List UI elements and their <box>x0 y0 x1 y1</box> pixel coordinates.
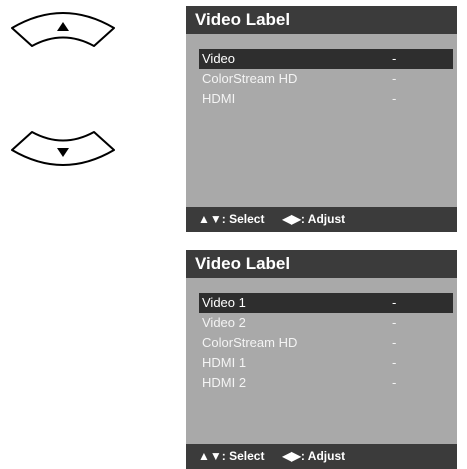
menu-list: Video 1 - Video 2 - ColorStream HD - HDM… <box>199 293 453 393</box>
select-arrows-icon: ▲▼ <box>198 449 222 463</box>
menu-item-value: - <box>392 51 397 66</box>
menu-item-colorstream-hd[interactable]: ColorStream HD - <box>199 333 453 353</box>
select-arrows-icon: ▲▼ <box>198 212 222 226</box>
menu-item-label: HDMI <box>202 91 236 106</box>
menu-item-label: HDMI 2 <box>202 375 247 390</box>
menu-item-label: ColorStream HD <box>202 335 298 350</box>
menu-item-label: Video <box>202 51 236 66</box>
menu-item-value: - <box>392 295 397 310</box>
menu-item-label: HDMI 1 <box>202 355 247 370</box>
up-button[interactable] <box>8 4 118 48</box>
adjust-hint: : Adjust <box>300 212 346 226</box>
menu-footer: ▲▼: Select ◀▶: Adjust <box>186 207 457 232</box>
adjust-hint: : Adjust <box>300 449 346 463</box>
menu-item-hdmi-2[interactable]: HDMI 2 - <box>199 373 453 393</box>
menu-title: Video Label <box>186 6 457 34</box>
select-hint: : Select <box>221 449 265 463</box>
menu-item-label: ColorStream HD <box>202 71 298 86</box>
menu-item-value: - <box>392 315 397 330</box>
menu-item-value: - <box>392 335 397 350</box>
menu-footer: ▲▼: Select ◀▶: Adjust <box>186 444 457 469</box>
adjust-arrows-icon: ◀▶ <box>282 449 301 463</box>
menu-item-colorstream-hd[interactable]: ColorStream HD - <box>199 69 453 89</box>
video-label-menu-1: Video Label Video - ColorStream HD - HDM… <box>186 6 457 232</box>
arrow-up-icon <box>11 12 115 47</box>
menu-item-value: - <box>392 355 397 370</box>
menu-item-label: Video 2 <box>202 315 246 330</box>
menu-item-video[interactable]: Video - <box>199 49 453 69</box>
menu-item-value: - <box>392 71 397 86</box>
adjust-arrows-icon: ◀▶ <box>282 212 301 226</box>
menu-item-hdmi-1[interactable]: HDMI 1 - <box>199 353 453 373</box>
menu-item-hdmi[interactable]: HDMI - <box>199 89 453 109</box>
down-button[interactable] <box>8 130 118 174</box>
menu-list: Video - ColorStream HD - HDMI - <box>199 49 453 109</box>
menu-title: Video Label <box>186 250 457 278</box>
menu-item-label: Video 1 <box>202 295 246 310</box>
menu-item-value: - <box>392 375 397 390</box>
video-label-menu-2: Video Label Video 1 - Video 2 - ColorStr… <box>186 250 457 469</box>
menu-item-video-1[interactable]: Video 1 - <box>199 293 453 313</box>
select-hint: : Select <box>221 212 265 226</box>
arrow-down-icon <box>11 131 115 166</box>
menu-item-value: - <box>392 91 397 106</box>
menu-item-video-2[interactable]: Video 2 - <box>199 313 453 333</box>
